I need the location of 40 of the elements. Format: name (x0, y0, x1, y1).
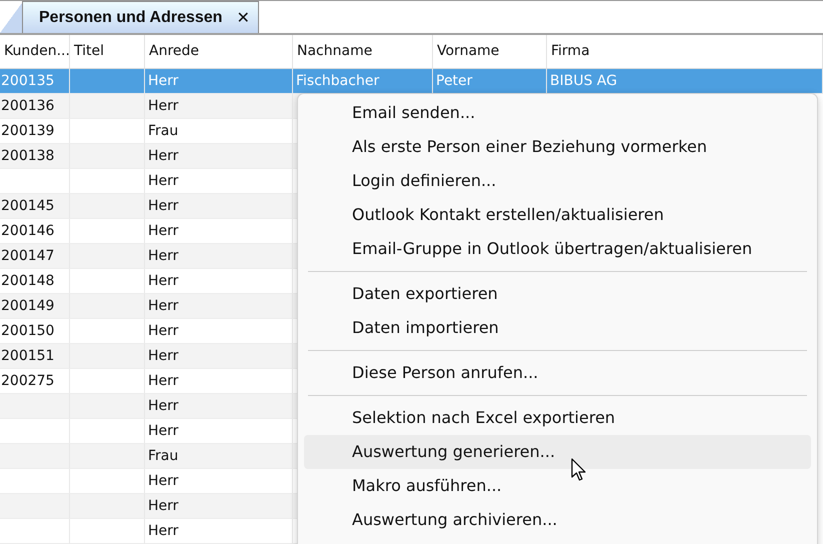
table-cell[interactable]: Herr (145, 394, 293, 419)
table-cell[interactable]: 200151 (0, 344, 70, 369)
table-cell[interactable]: Herr (145, 344, 293, 369)
table-cell[interactable]: 200145 (0, 194, 70, 219)
table-cell[interactable]: Herr (145, 294, 293, 319)
menu-item[interactable]: Selektion nach Excel exportieren (304, 401, 811, 435)
table-cell[interactable] (70, 94, 145, 119)
table-cell[interactable]: Herr (145, 194, 293, 219)
mouse-pointer-icon (571, 458, 587, 482)
column-header[interactable]: Vorname (433, 35, 547, 68)
table-cell[interactable] (70, 69, 145, 94)
table-cell[interactable]: Herr (145, 519, 293, 544)
close-icon[interactable]: ✕ (236, 8, 250, 27)
table-cell[interactable]: Herr (145, 244, 293, 269)
tab-corner (0, 3, 22, 33)
column-header[interactable]: Firma (547, 35, 823, 68)
table-cell[interactable]: 200138 (0, 144, 70, 169)
table-cell[interactable]: Frau (145, 444, 293, 469)
menu-item[interactable]: Makro ausführen... (304, 469, 811, 503)
table-cell[interactable]: Herr (145, 144, 293, 169)
menu-item[interactable]: Login definieren... (304, 164, 811, 198)
menu-item[interactable]: Email-Gruppe in Outlook übertragen/aktualisieren (304, 232, 811, 266)
menu-item[interactable]: Auswertung generieren... (304, 435, 811, 469)
column-header[interactable]: Kunden... (0, 35, 70, 68)
menu-item[interactable]: Outlook Kontakt erstellen/aktualisieren (304, 198, 811, 232)
menu-item[interactable]: Diese Person anrufen... (304, 356, 811, 390)
column-header[interactable]: Nachname (293, 35, 433, 68)
table-cell[interactable]: 200147 (0, 244, 70, 269)
menu-item[interactable]: Als erste Person einer Beziehung vormerken (304, 130, 811, 164)
menu-item[interactable]: Daten importieren (304, 311, 811, 345)
table-cell[interactable]: Herr (145, 94, 293, 119)
table-cell[interactable]: Herr (145, 494, 293, 519)
table-cell[interactable]: 200149 (0, 294, 70, 319)
column-header[interactable]: Titel (70, 35, 145, 68)
menu-item[interactable]: Daten exportieren (304, 277, 811, 311)
tab[interactable]: Personen und Adressen ✕ (22, 1, 259, 33)
table-cell[interactable]: 200136 (0, 94, 70, 119)
menu-item[interactable]: Auswertung archivieren... (304, 503, 811, 537)
column-header[interactable]: Anrede (145, 35, 293, 68)
menu-item[interactable]: Email senden... (304, 96, 811, 130)
